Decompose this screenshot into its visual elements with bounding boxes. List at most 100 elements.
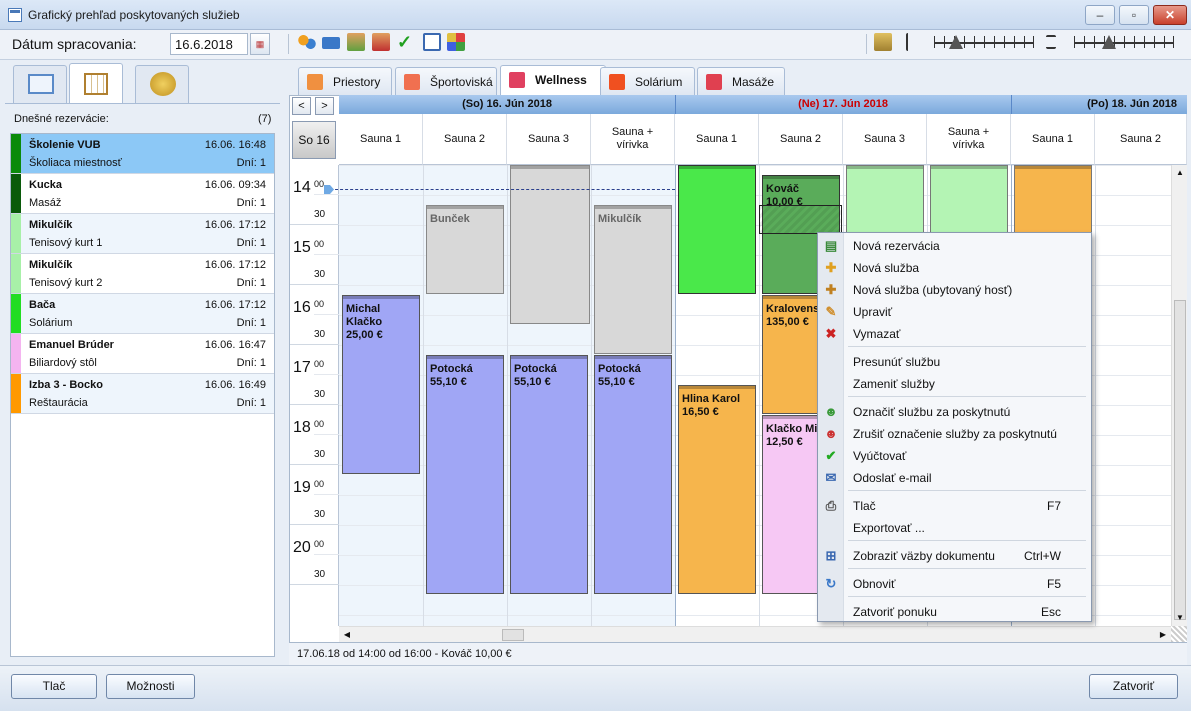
reservation-days: Dní: 1: [236, 277, 266, 289]
today-button[interactable]: So 16: [292, 121, 336, 159]
schedule-event[interactable]: Hlina Karol 16,50 €: [678, 385, 756, 594]
reservation-name: Mikulčík: [29, 219, 73, 231]
reservation-color-bar: [11, 174, 21, 213]
print-button[interactable]: Tlač: [11, 674, 97, 699]
reservation-item[interactable]: Kucka 16.06. 09:34 Masáž Dní: 1: [11, 174, 274, 214]
next-day-button[interactable]: >: [315, 97, 334, 115]
hour-label: 19 00 30: [290, 465, 339, 525]
menu-item-shortcut: Esc: [1040, 605, 1061, 619]
hour-label: 18 00 30: [290, 405, 339, 465]
reservation-item[interactable]: Školenie VUB 16.06. 16:48 Školiaca miestno…: [11, 134, 274, 174]
reservation-name: Mikulčík: [29, 259, 73, 271]
menu-item-label: Nová služba: [853, 261, 920, 275]
window-title: Grafický prehľad poskytovaných služieb: [28, 8, 240, 22]
color-grid-icon[interactable]: [447, 33, 465, 51]
menu-item[interactable]: Presunúť službu: [818, 351, 1091, 373]
mark-done-icon: ☻: [824, 404, 838, 419]
scroll-down-icon[interactable]: ▼: [1173, 611, 1187, 625]
menu-item[interactable]: ☻ Zrušiť označenie služby za poskytnutú: [818, 423, 1091, 445]
options-button[interactable]: Možnosti: [106, 674, 195, 699]
print-icon: ⎙: [825, 498, 837, 513]
menu-separator: [848, 396, 1086, 397]
schedule-event[interactable]: Mikulčík: [594, 205, 672, 354]
menu-item[interactable]: ✉ Odoslať e-mail: [818, 467, 1091, 489]
wellness-icon: [509, 72, 525, 88]
column-width-slider[interactable]: [934, 34, 1034, 52]
menu-item[interactable]: ↻ Obnoviť F5: [818, 573, 1091, 595]
tab-messages[interactable]: [13, 65, 67, 103]
menu-item[interactable]: Exportovať ...: [818, 517, 1091, 539]
menu-item[interactable]: ⊞ Zobraziť väzby dokumentu Ctrl+W: [818, 545, 1091, 567]
tab-masaze[interactable]: Masáže: [697, 67, 785, 95]
app-icon: [8, 8, 22, 22]
scroll-up-icon[interactable]: ▲: [1173, 166, 1187, 180]
menu-item-label: Odoslať e-mail: [853, 471, 932, 485]
reservation-item[interactable]: Izba 3 - Bocko 16.06. 16:49 Reštaurácia Dní…: [11, 374, 274, 414]
title-bar: Grafický prehľad poskytovaných služieb –…: [0, 0, 1191, 30]
vertical-scrollbar[interactable]: ▲ ▼: [1171, 165, 1187, 626]
horizontal-scrollbar[interactable]: ◀ ▶: [339, 626, 1171, 642]
reservation-place: Masáž: [29, 197, 62, 209]
tab-solarium[interactable]: Solárium: [600, 67, 695, 95]
close-window-button[interactable]: ✕: [1153, 5, 1187, 25]
minimize-button[interactable]: –: [1085, 5, 1115, 25]
tab-payments[interactable]: [135, 65, 189, 103]
reservation-item[interactable]: Mikulčík 16.06. 17:12 Tenisový kurt 2 Dní: …: [11, 254, 274, 294]
close-button[interactable]: Zatvoriť: [1089, 674, 1178, 699]
reservation-color-bar: [11, 374, 21, 413]
reservation-item[interactable]: Mikulčík 16.06. 17:12 Tenisový kurt 1 Dní: …: [11, 214, 274, 254]
menu-item[interactable]: ✚ Nová služba (ubytovaný hosť): [818, 279, 1091, 301]
schedule-event[interactable]: Potocká 55,10 €: [594, 355, 672, 594]
menu-item-shortcut: F5: [1046, 577, 1061, 591]
tab-sportoviska[interactable]: Športoviská: [395, 67, 497, 95]
selected-slot[interactable]: [759, 205, 842, 234]
calendar-picker-icon[interactable]: ▦: [250, 33, 270, 55]
schedule-event[interactable]: Potocká 55,10 €: [510, 355, 588, 594]
menu-item[interactable]: ☻ Označiť službu za poskytnutú: [818, 401, 1091, 423]
reservation-place: Školiaca miestnosť: [29, 157, 122, 169]
menu-item[interactable]: ✎ Upraviť: [818, 301, 1091, 323]
scroll-left-icon[interactable]: ◀: [340, 628, 354, 642]
menu-item-label: Zrušiť označenie služby za poskytnutú: [853, 427, 1057, 441]
date-input[interactable]: 16.6.2018: [170, 33, 248, 55]
today-reservations-count: (7): [258, 113, 272, 125]
group-icon[interactable]: [298, 33, 316, 51]
tab-wellness[interactable]: Wellness: [500, 65, 606, 95]
reservation-place: Tenisový kurt 2: [29, 277, 103, 289]
sun-icon: [609, 74, 625, 90]
reservation-datetime: 16.06. 16:49: [204, 379, 266, 391]
maximize-button[interactable]: ▫: [1119, 5, 1149, 25]
day-label: (So) 16. Jún 2018: [462, 98, 552, 110]
schedule-event[interactable]: Bunček: [426, 205, 504, 294]
menu-item[interactable]: Zatvoriť ponuku Esc: [818, 601, 1091, 623]
column-header: Sauna 1: [1011, 114, 1095, 165]
prev-day-button[interactable]: <: [292, 97, 311, 115]
settings-icon[interactable]: [874, 33, 892, 51]
transfer-icon[interactable]: [322, 37, 340, 49]
unmark-done-icon[interactable]: [372, 33, 390, 51]
mark-done-icon[interactable]: [347, 33, 365, 51]
menu-item[interactable]: Zameniť služby: [818, 373, 1091, 395]
schedule-event[interactable]: Potocká 55,10 €: [426, 355, 504, 594]
resize-grip[interactable]: [1171, 626, 1187, 642]
menu-item[interactable]: ✖ Vymazať: [818, 323, 1091, 345]
reservation-item[interactable]: Emanuel Brúder 16.06. 16:47 Biliardový stô…: [11, 334, 274, 374]
menu-item[interactable]: ⎙ Tlač F7: [818, 495, 1091, 517]
column-header: Sauna 1: [675, 114, 759, 165]
tab-reservations[interactable]: [69, 63, 123, 104]
menu-item[interactable]: ✔ Vyúčtovať: [818, 445, 1091, 467]
row-height-slider[interactable]: [1074, 34, 1174, 52]
menu-item[interactable]: ▤ Nová rezervácia: [818, 235, 1091, 257]
reservation-place: Biliardový stôl: [29, 357, 97, 369]
menu-item[interactable]: ✚ Nová služba: [818, 257, 1091, 279]
horizontal-scroll-thumb[interactable]: [502, 629, 524, 641]
schedule-event[interactable]: Michal Klačko 25,00 €: [342, 295, 420, 474]
vertical-scroll-thumb[interactable]: [1174, 300, 1186, 620]
scroll-right-icon[interactable]: ▶: [1156, 628, 1170, 642]
menu-separator: [848, 540, 1086, 541]
links-icon[interactable]: [423, 33, 441, 51]
schedule-event[interactable]: [678, 165, 756, 294]
tab-priestory[interactable]: Priestory: [298, 67, 392, 95]
check-icon[interactable]: ✓: [397, 33, 415, 51]
reservation-item[interactable]: Bača 16.06. 17:12 Solárium Dní: 1: [11, 294, 274, 334]
